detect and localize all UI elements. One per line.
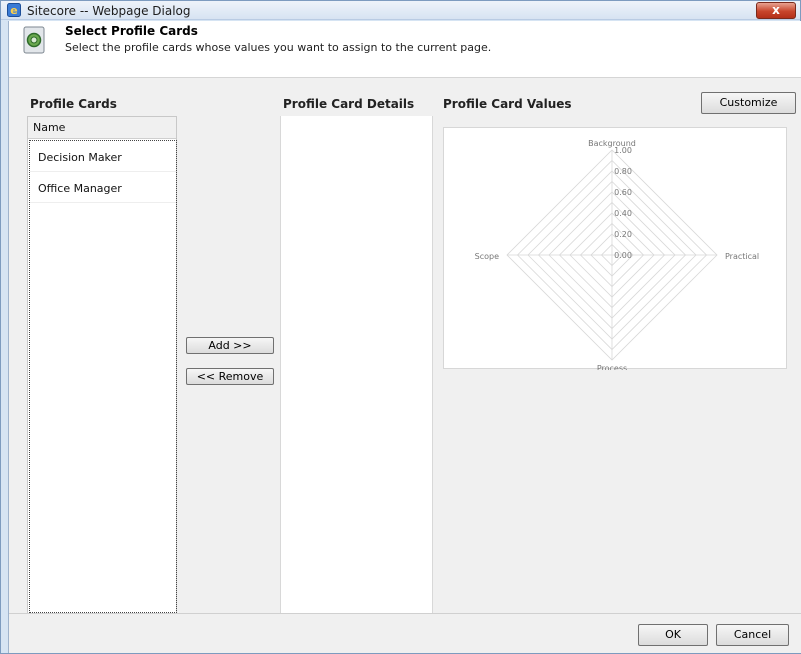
profile-cards-icon [23, 26, 45, 54]
close-button[interactable]: x [756, 2, 796, 19]
customize-button[interactable]: Customize [701, 92, 796, 114]
profile-cards-list-body[interactable]: Decision Maker Office Manager [29, 140, 177, 613]
axis-label-practical: Practical [725, 252, 759, 261]
axis-label-scope: Scope [475, 252, 499, 261]
footer-separator [9, 613, 801, 614]
tick-label: 0.80 [614, 167, 632, 176]
dialog-header: Select Profile Cards Select the profile … [9, 21, 801, 78]
profile-card-details-heading: Profile Card Details [283, 97, 415, 111]
cancel-button[interactable]: Cancel [716, 624, 789, 646]
dialog-window: e Sitecore -- Webpage Dialog x Select Pr… [0, 0, 801, 654]
profile-card-values-heading: Profile Card Values [443, 97, 572, 111]
profile-cards-list: Name Decision Maker Office Manager [27, 116, 177, 614]
axis-label-process: Process [597, 364, 627, 370]
list-item-office-manager[interactable]: Office Manager [30, 172, 176, 203]
ok-button[interactable]: OK [638, 624, 708, 646]
tick-label: 1.00 [614, 146, 632, 155]
list-item-decision-maker[interactable]: Decision Maker [30, 141, 176, 172]
profile-card-details-panel [280, 116, 433, 614]
dialog-heading: Select Profile Cards [65, 24, 198, 38]
profile-cards-heading: Profile Cards [30, 97, 117, 111]
svg-text:e: e [10, 4, 17, 17]
name-column-header[interactable]: Name [28, 117, 176, 139]
tick-label: 0.40 [614, 209, 632, 218]
title-bar[interactable]: e Sitecore -- Webpage Dialog x [1, 1, 800, 20]
dialog-client: Select Profile Cards Select the profile … [8, 21, 801, 653]
tick-label: 0.20 [614, 230, 632, 239]
window-title: Sitecore -- Webpage Dialog [27, 4, 191, 18]
profile-values-radar-chart: Background Practical Process Scope 0.00 0.20 0… [443, 127, 787, 370]
ie-icon: e [7, 3, 21, 17]
add-button[interactable]: Add >> [186, 337, 274, 354]
dialog-description: Select the profile cards whose values yo… [65, 41, 492, 54]
remove-button[interactable]: << Remove [186, 368, 274, 385]
radar-chart-svg: BackgroundPracticalProcessScope 0.000.200… [475, 139, 760, 370]
tick-label: 0.60 [614, 188, 632, 197]
tick-label: 0.00 [614, 251, 632, 260]
close-icon: x [772, 3, 780, 17]
